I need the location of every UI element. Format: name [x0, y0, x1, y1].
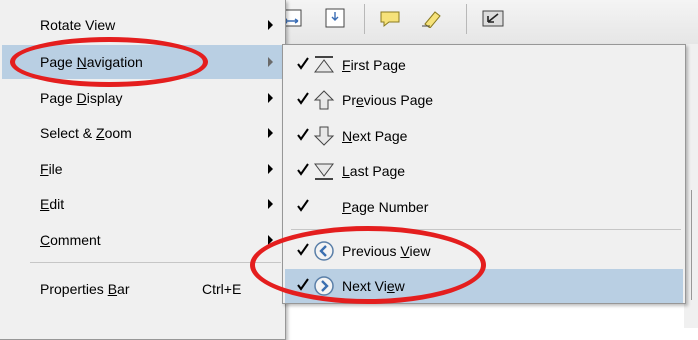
menu-item-label: Properties Bar — [40, 281, 130, 297]
menu-item-label: Edit — [40, 196, 65, 212]
submenu-item-previous-page[interactable]: Previous Page — [285, 83, 683, 117]
context-menu: Rotate View Page Navigation Page Display… — [0, 0, 286, 340]
last-page-icon — [314, 163, 334, 180]
menu-item-label: Page Display — [40, 90, 123, 106]
highlighter-icon[interactable] — [418, 6, 448, 30]
menu-separator — [291, 229, 681, 230]
background-divider — [691, 190, 692, 300]
menu-item-page-navigation[interactable]: Page Navigation — [2, 45, 283, 79]
submenu-item-page-number[interactable]: Page Number — [285, 190, 683, 224]
submenu-item-label: Last Page — [342, 163, 406, 179]
menu-item-label: Comment — [40, 232, 101, 248]
stamp-icon[interactable] — [478, 6, 508, 30]
previous-view-icon — [314, 241, 334, 261]
submenu-arrow-icon — [268, 164, 273, 174]
checkmark-icon — [297, 92, 309, 105]
submenu-arrow-icon — [268, 93, 273, 103]
submenu-item-label: Next View — [342, 278, 405, 294]
submenu-item-previous-view[interactable]: Previous View — [285, 234, 683, 268]
submenu-item-label: Next Page — [342, 128, 408, 144]
submenu-item-label: Previous Page — [342, 92, 434, 108]
checkmark-icon — [297, 243, 309, 256]
previous-page-icon — [313, 90, 335, 110]
first-page-icon — [314, 56, 334, 73]
submenu-arrow-icon — [268, 20, 273, 30]
menu-item-rotate-view[interactable]: Rotate View — [2, 8, 283, 42]
checkmark-icon — [297, 278, 309, 291]
submenu-item-first-page[interactable]: First Page — [285, 48, 683, 82]
submenu-item-label: First Page — [342, 57, 406, 73]
menu-item-shortcut: Ctrl+E — [202, 281, 242, 297]
submenu-arrow-icon — [268, 199, 273, 209]
next-page-icon — [313, 126, 335, 146]
comment-note-icon[interactable] — [376, 6, 406, 30]
menu-item-select-zoom[interactable]: Select & Zoom — [2, 116, 283, 150]
checkmark-icon — [297, 163, 309, 176]
menu-item-label: File — [40, 161, 63, 177]
fit-page-icon[interactable] — [320, 6, 350, 30]
checkmark-icon — [297, 128, 309, 141]
menu-item-page-display[interactable]: Page Display — [2, 81, 283, 115]
background-toolbar — [262, 0, 698, 45]
submenu-item-label: Page Number — [342, 199, 429, 215]
submenu-arrow-icon — [268, 57, 273, 67]
menu-item-label: Rotate View — [40, 17, 116, 33]
submenu-arrow-icon — [268, 235, 273, 245]
menu-separator — [30, 262, 281, 263]
menu-item-properties-bar[interactable]: Properties Bar Ctrl+E — [2, 272, 283, 306]
checkmark-icon — [297, 57, 309, 70]
checkmark-icon — [297, 199, 309, 212]
submenu-item-last-page[interactable]: Last Page — [285, 154, 683, 188]
page-navigation-submenu: First Page Previous Page Next Page Last … — [282, 44, 686, 304]
submenu-item-next-page[interactable]: Next Page — [285, 119, 683, 153]
submenu-arrow-icon — [268, 128, 273, 138]
menu-item-comment[interactable]: Comment — [2, 223, 283, 257]
submenu-item-next-view[interactable]: Next View — [285, 269, 683, 303]
menu-item-file[interactable]: File — [2, 152, 283, 186]
submenu-item-label: Previous View — [342, 243, 431, 259]
menu-item-label: Select & Zoom — [40, 125, 132, 141]
menu-item-edit[interactable]: Edit — [2, 187, 283, 221]
next-view-icon — [314, 276, 334, 296]
menu-item-label: Page Navigation — [40, 54, 143, 70]
